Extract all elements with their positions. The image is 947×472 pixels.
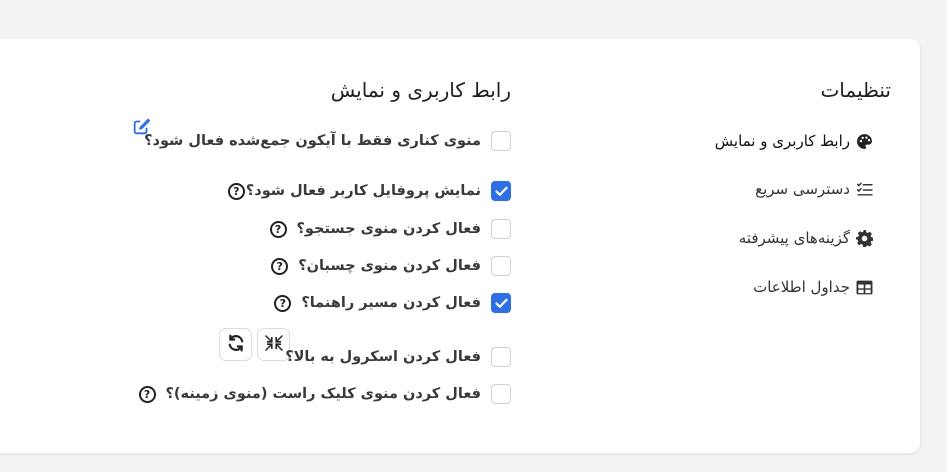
- refresh-icon: [227, 334, 245, 356]
- settings-title: تنظیمات: [820, 78, 891, 102]
- option-label: فعال کردن منوی کلیک راست (منوی زمینه)؟: [165, 386, 481, 402]
- sidebar-item-label: دسترسی سریع: [755, 180, 850, 198]
- help-icon[interactable]: ?: [271, 257, 289, 275]
- checkbox-scroll-to-top[interactable]: [491, 347, 511, 367]
- option-guide-path: فعال کردن مسیر راهنما؟ ?: [274, 293, 511, 313]
- sidebar-item-label: گزینه‌های پیشرفته: [738, 229, 850, 247]
- section-title: رابط کاربری و نمایش: [330, 78, 511, 102]
- compress-icon: [264, 333, 284, 357]
- sidebar-item-label: رابط کاربری و نمایش: [714, 132, 850, 150]
- option-search-menu: فعال کردن منوی جستجو؟ ?: [269, 219, 511, 239]
- option-user-profile: نمایش پروفایل کاربر فعال شود؟ ?: [227, 181, 511, 201]
- checkbox-sticky-menu[interactable]: [491, 256, 511, 276]
- sidebar-item-label: جداول اطلاعات: [753, 278, 850, 296]
- option-label: فعال کردن منوی جستجو؟: [296, 221, 481, 237]
- checkbox-user-profile[interactable]: [491, 181, 511, 201]
- refresh-button[interactable]: [219, 328, 252, 361]
- checkbox-guide-path[interactable]: [491, 293, 511, 313]
- option-label: فعال کردن مسیر راهنما؟: [301, 295, 481, 311]
- sidebar-item-quick-access[interactable]: دسترسی سریع: [755, 180, 873, 198]
- checkbox-collapsed-sidebar[interactable]: [491, 131, 511, 151]
- option-collapsed-sidebar: منوی کناری فقط با آیکون جمع‌شده فعال شود…: [144, 131, 511, 151]
- option-scroll-to-top: فعال کردن اسکرول به بالا؟: [285, 347, 511, 367]
- checkbox-search-menu[interactable]: [491, 219, 511, 239]
- list-check-icon: [855, 180, 873, 198]
- help-icon[interactable]: ?: [269, 220, 287, 238]
- sidebar-item-data-tables[interactable]: جداول اطلاعات: [753, 278, 873, 296]
- option-label: نمایش پروفایل کاربر فعال شود؟: [245, 183, 481, 199]
- option-label: فعال کردن اسکرول به بالا؟: [285, 349, 481, 365]
- sidebar-item-ui-display[interactable]: رابط کاربری و نمایش: [715, 132, 873, 150]
- help-icon[interactable]: ?: [274, 294, 292, 312]
- option-sticky-menu: فعال کردن منوی چسبان؟ ?: [271, 256, 511, 276]
- sidebar-item-advanced-options[interactable]: گزینه‌های پیشرفته: [739, 229, 873, 247]
- table-icon: [855, 278, 873, 296]
- option-label: منوی کناری فقط با آیکون جمع‌شده فعال شود…: [144, 133, 481, 149]
- option-label: فعال کردن منوی چسبان؟: [298, 258, 481, 274]
- help-icon[interactable]: ?: [227, 182, 245, 200]
- palette-icon: [855, 132, 873, 150]
- help-icon[interactable]: ?: [138, 385, 156, 403]
- option-context-menu: فعال کردن منوی کلیک راست (منوی زمینه)؟ ?: [138, 384, 511, 404]
- gear-icon: [855, 229, 873, 247]
- checkbox-context-menu[interactable]: [491, 384, 511, 404]
